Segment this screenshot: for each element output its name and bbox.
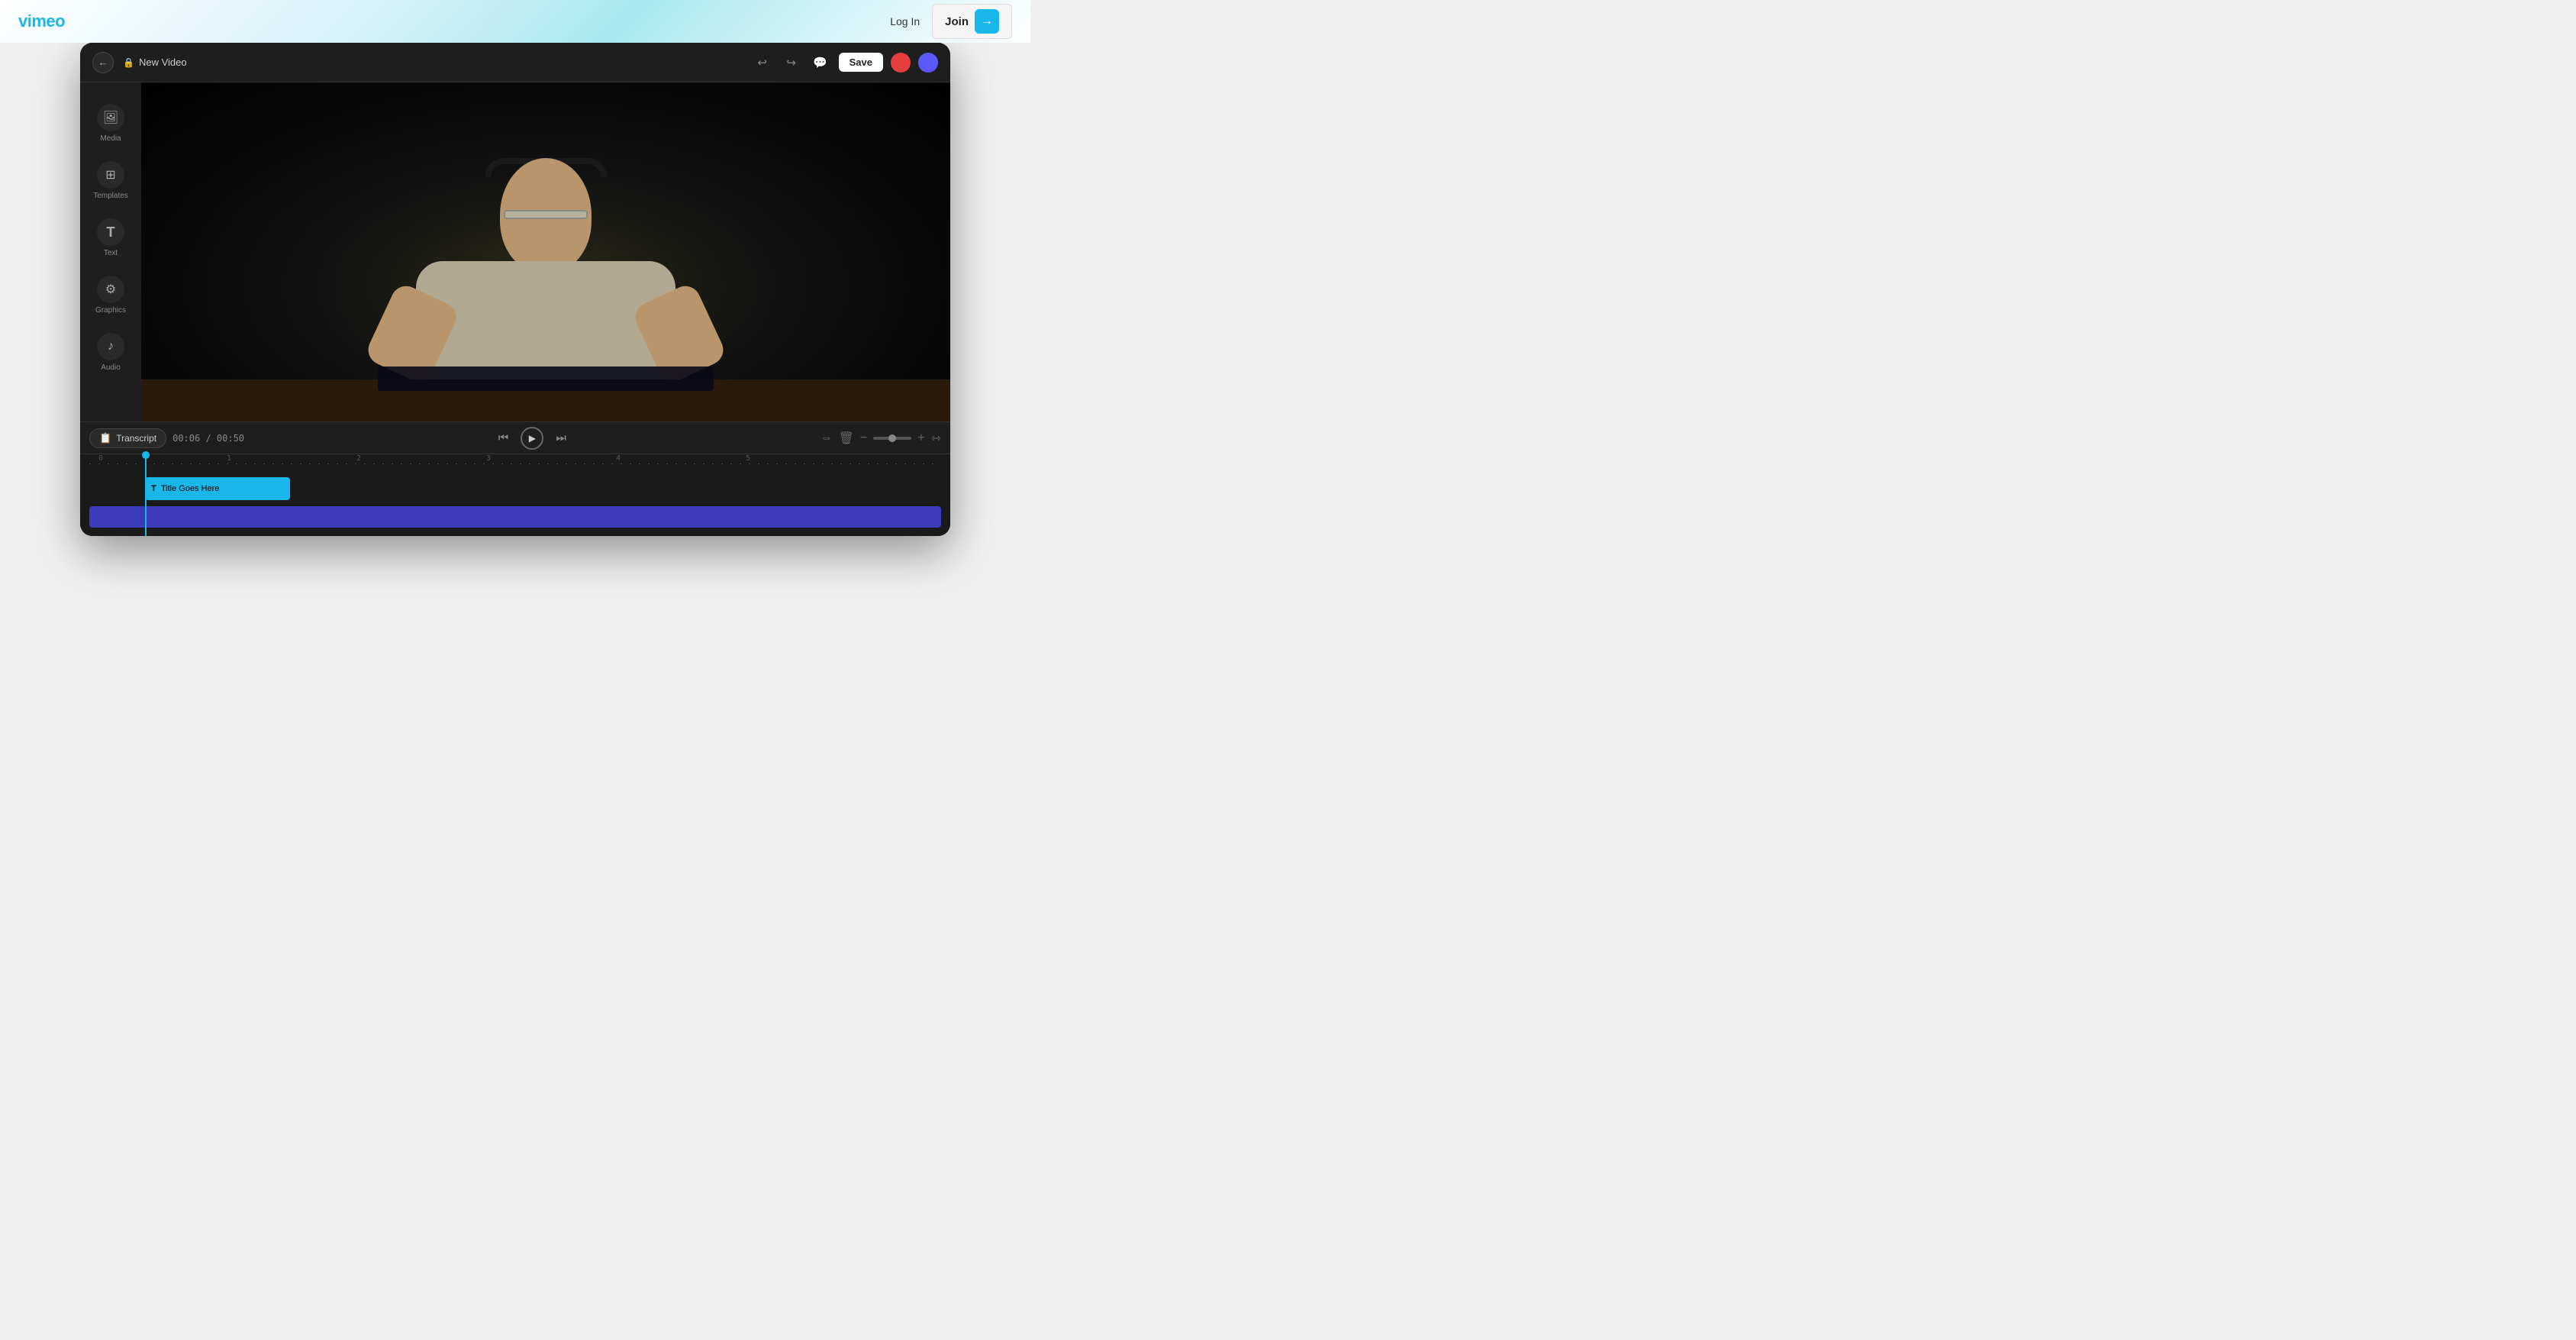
editor: ← 🔒 New Video ↩ ↪ 💬 Save 🖼 M <box>80 43 950 536</box>
sidebar-label-audio: Audio <box>101 363 121 372</box>
ruler-mark-0: 0 <box>98 454 103 463</box>
ruler-dots <box>89 463 941 464</box>
timeline-header-left: 📋 Transcript 00:06 / 00:50 <box>89 428 244 448</box>
sidebar-label-graphics: Graphics <box>95 306 126 315</box>
transcript-icon: 📋 <box>99 432 111 444</box>
audio-icon: ♪ <box>97 333 124 360</box>
zoom-out-button[interactable]: − <box>860 431 867 445</box>
keyboard <box>378 366 714 391</box>
transcript-badge[interactable]: 📋 Transcript <box>89 428 166 448</box>
graphics-icon: ⚙ <box>97 276 124 303</box>
time-total: 00:50 <box>217 433 244 444</box>
sidebar-label-templates: Templates <box>93 192 128 200</box>
timeline-area: 📋 Transcript 00:06 / 00:50 ⏮ ▶ ⏭ ⇔ <box>80 421 950 536</box>
ruler-mark-5: 5 <box>746 454 750 463</box>
sidebar-label-text: Text <box>104 249 118 257</box>
delete-button[interactable]: 🗑 <box>839 431 854 446</box>
timeline-header-right: ⇔ 🗑 − + ⇿ <box>821 431 941 446</box>
ruler-mark-2: 2 <box>356 454 361 463</box>
editor-header-left: ← 🔒 New Video <box>92 52 187 73</box>
zoom-in-button[interactable]: + <box>917 431 924 445</box>
top-navigation-bar: vimeo Log In Join → <box>0 0 1030 43</box>
project-title: 🔒 New Video <box>123 57 187 68</box>
lock-icon: 🔒 <box>123 57 134 68</box>
time-display: 00:06 / 00:50 <box>172 433 244 444</box>
redo-button[interactable]: ↪ <box>781 52 802 73</box>
fit-button[interactable]: ⇔ <box>821 431 833 445</box>
time-separator: / <box>205 433 216 444</box>
video-track[interactable] <box>89 506 941 528</box>
zoom-slider[interactable] <box>873 437 911 440</box>
sidebar-item-templates[interactable]: ⊞ Templates <box>88 155 134 206</box>
video-frame <box>141 82 950 421</box>
back-button[interactable]: ← <box>92 52 114 73</box>
media-icon: 🖼 <box>97 104 124 131</box>
ruler-mark-1: 1 <box>227 454 231 463</box>
editor-header: ← 🔒 New Video ↩ ↪ 💬 Save <box>80 43 950 82</box>
playhead-dot <box>142 451 150 459</box>
title-track[interactable]: T Title Goes Here <box>145 477 290 500</box>
templates-icon: ⊞ <box>97 161 124 189</box>
sidebar-item-audio[interactable]: ♪ Audio <box>88 327 134 378</box>
title-track-label: Title Goes Here <box>161 484 220 493</box>
glasses <box>504 210 588 219</box>
comment-button[interactable]: 💬 <box>810 52 831 73</box>
timeline-controls: ⏮ ▶ ⏭ <box>498 427 566 450</box>
sidebar-item-text[interactable]: T Text <box>88 212 134 263</box>
avatar-blue <box>918 53 938 73</box>
playhead-ruler <box>145 454 147 473</box>
sidebar-item-graphics[interactable]: ⚙ Graphics <box>88 270 134 321</box>
play-button[interactable]: ▶ <box>521 427 543 450</box>
join-arrow-icon: → <box>975 9 999 34</box>
join-label: Join <box>945 15 969 28</box>
undo-button[interactable]: ↩ <box>752 52 773 73</box>
editor-main: 🖼 Media ⊞ Templates T Text ⚙ Graphics ♪ <box>80 82 950 421</box>
text-icon: T <box>97 218 124 246</box>
project-title-text: New Video <box>139 57 187 68</box>
ruler-marks: 0 1 2 3 4 5 <box>89 454 941 473</box>
zoom-slider-thumb <box>888 434 896 442</box>
left-sidebar: 🖼 Media ⊞ Templates T Text ⚙ Graphics ♪ <box>80 82 141 421</box>
skip-forward-button[interactable]: ⏭ <box>556 431 566 444</box>
timeline-header: 📋 Transcript 00:06 / 00:50 ⏮ ▶ ⏭ ⇔ <box>80 422 950 454</box>
skip-back-button[interactable]: ⏮ <box>498 431 509 444</box>
transcript-label: Transcript <box>116 433 156 444</box>
ruler-mark-4: 4 <box>616 454 621 463</box>
title-track-t-icon: T <box>151 484 156 493</box>
time-current: 00:06 <box>172 433 200 444</box>
playhead-line <box>145 473 147 536</box>
avatar-red <box>891 53 911 73</box>
save-button[interactable]: Save <box>839 53 883 72</box>
expand-button[interactable]: ⇿ <box>931 431 941 446</box>
ruler-mark-3: 3 <box>486 454 491 463</box>
video-preview <box>141 82 950 421</box>
editor-container: ← 🔒 New Video ↩ ↪ 💬 Save 🖼 M <box>80 43 950 536</box>
vimeo-logo: vimeo <box>18 11 65 31</box>
login-button[interactable]: Log In <box>890 15 920 27</box>
timeline-ruler: 0 1 2 3 4 5 <box>80 454 950 473</box>
top-bar-right: Log In Join → <box>890 4 1012 39</box>
sidebar-item-media[interactable]: 🖼 Media <box>88 98 134 149</box>
join-button[interactable]: Join → <box>932 4 1012 39</box>
editor-header-right: ↩ ↪ 💬 Save <box>752 52 938 73</box>
timeline-tracks: T Title Goes Here <box>80 473 950 536</box>
sidebar-label-media: Media <box>100 134 121 143</box>
